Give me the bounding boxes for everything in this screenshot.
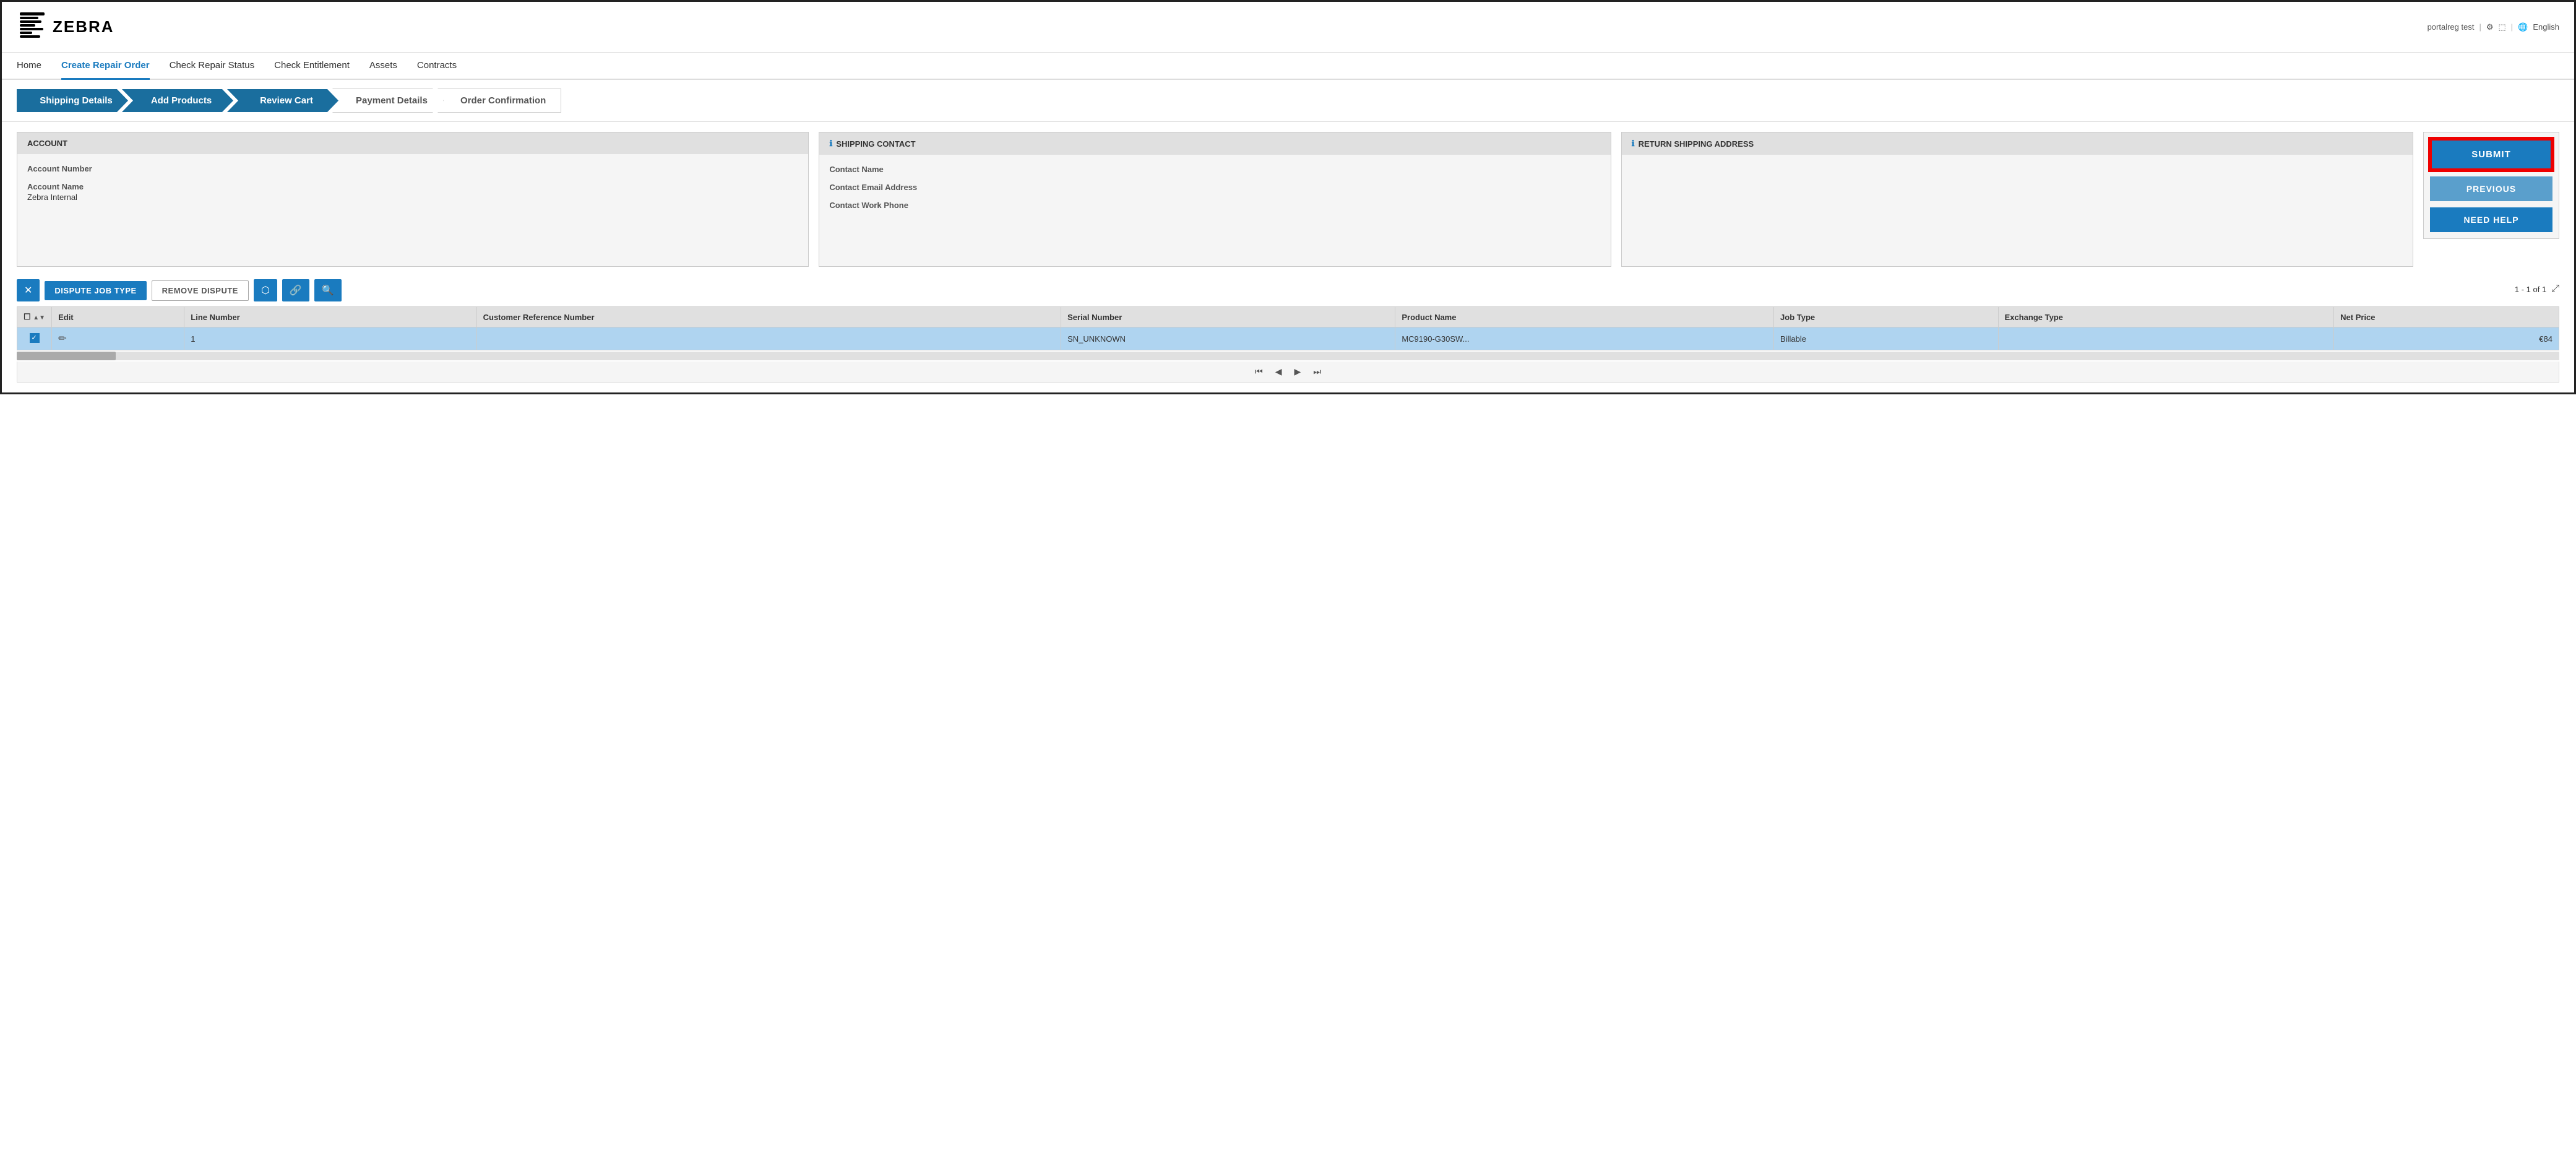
- row-customer-reference: [476, 327, 1061, 350]
- next-page-button[interactable]: ▶: [1291, 365, 1305, 378]
- col-product-name: Product Name: [1395, 307, 1774, 327]
- step-order-confirmation[interactable]: Order Confirmation: [437, 89, 561, 113]
- main-nav: Home Create Repair Order Check Repair St…: [2, 53, 2574, 80]
- need-help-button[interactable]: NEED HELP: [2430, 207, 2552, 232]
- row-checkbox-cell[interactable]: [17, 327, 52, 350]
- nav-home[interactable]: Home: [17, 53, 41, 80]
- attach-button[interactable]: 🔗: [282, 279, 309, 301]
- nav-create-repair-order[interactable]: Create Repair Order: [61, 53, 150, 80]
- step-payment-details[interactable]: Payment Details: [332, 89, 444, 113]
- step-shipping-details-label: Shipping Details: [40, 95, 113, 106]
- return-address-body: [1622, 155, 2413, 266]
- step-add-products[interactable]: Add Products: [122, 89, 233, 112]
- pagination-row: 1 - 1 of 1 ⤢: [2515, 284, 2559, 295]
- account-name-value: Zebra Internal: [27, 193, 798, 202]
- col-line-number: Line Number: [184, 307, 476, 327]
- stepper: Shipping Details Add Products Review Car…: [2, 80, 2574, 122]
- row-job-type: Billable: [1774, 327, 1999, 350]
- col-edit: Edit: [52, 307, 184, 327]
- contact-email-field: Contact Email Address: [829, 183, 1600, 192]
- zebra-logo-icon: [17, 9, 48, 45]
- account-name-field: Account Name Zebra Internal: [27, 182, 798, 202]
- row-net-price: €84: [2334, 327, 2559, 350]
- return-address-header: ℹ RETURN SHIPPING ADDRESS: [1622, 132, 2413, 155]
- remove-dispute-button[interactable]: REMOVE DISPUTE: [152, 280, 249, 301]
- export-button[interactable]: ⬡: [254, 279, 277, 301]
- col-checkbox: ☐ ▲▼: [17, 307, 52, 327]
- step-shipping-details[interactable]: Shipping Details: [17, 89, 128, 112]
- account-number-field: Account Number: [27, 164, 798, 173]
- prev-page-button[interactable]: ◀: [1272, 365, 1286, 378]
- scroll-thumb[interactable]: [17, 352, 116, 360]
- info-icon-shipping: ℹ: [829, 139, 832, 149]
- header: ZEBRA portalreg test | ⚙ ⬚ | 🌐 English: [2, 2, 2574, 53]
- step-review-cart-label: Review Cart: [260, 95, 313, 106]
- edit-icon[interactable]: ✏: [58, 334, 66, 344]
- expand-icon[interactable]: ⤢: [2551, 284, 2559, 295]
- col-job-type: Job Type: [1774, 307, 1999, 327]
- step-review-cart[interactable]: Review Cart: [227, 89, 338, 112]
- nav-check-entitlement[interactable]: Check Entitlement: [274, 53, 350, 80]
- logo-area: ZEBRA: [17, 9, 114, 45]
- header-right: portalreg test | ⚙ ⬚ | 🌐 English: [2427, 22, 2559, 32]
- col-exchange-type: Exchange Type: [1998, 307, 2334, 327]
- sort-icons[interactable]: ▲▼: [33, 314, 45, 321]
- info-icon-return: ℹ: [1632, 139, 1635, 149]
- nav-check-repair-status[interactable]: Check Repair Status: [170, 53, 255, 80]
- globe-icon: 🌐: [2518, 22, 2528, 32]
- panels-left: ACCOUNT Account Number Account Name Zebr…: [17, 132, 2413, 267]
- row-line-number: 1: [184, 327, 476, 350]
- table-section: ✕ DISPUTE JOB TYPE REMOVE DISPUTE ⬡ 🔗 🔍 …: [17, 279, 2559, 383]
- table-toolbar: ✕ DISPUTE JOB TYPE REMOVE DISPUTE ⬡ 🔗 🔍 …: [17, 279, 2559, 301]
- contact-phone-field: Contact Work Phone: [829, 201, 1600, 210]
- account-panel-body: Account Number Account Name Zebra Intern…: [17, 154, 808, 266]
- step-order-confirmation-label: Order Confirmation: [460, 95, 546, 106]
- step-add-products-label: Add Products: [151, 95, 212, 106]
- col-net-price: Net Price: [2334, 307, 2559, 327]
- row-product-name: MC9190-G30SW...: [1395, 327, 1774, 350]
- shipping-contact-header: ℹ SHIPPING CONTACT: [819, 132, 1610, 155]
- settings-icon[interactable]: ⚙: [2486, 22, 2494, 32]
- pagination-text: 1 - 1 of 1: [2515, 285, 2546, 294]
- close-button[interactable]: ✕: [17, 279, 40, 301]
- table-nav: ⏮ ◀ ▶ ⏭: [17, 362, 2559, 383]
- last-page-button[interactable]: ⏭: [1309, 365, 1325, 378]
- user-info: portalreg test: [2427, 22, 2475, 32]
- account-panel-header: ACCOUNT: [17, 132, 808, 154]
- first-page-button[interactable]: ⏮: [1251, 365, 1267, 378]
- horizontal-scrollbar[interactable]: [17, 352, 2559, 360]
- step-payment-details-label: Payment Details: [356, 95, 428, 106]
- table-row: ✏ 1 SN_UNKNOWN MC9190-G30SW... Billable …: [17, 327, 2559, 350]
- dispute-job-type-button[interactable]: DISPUTE JOB TYPE: [45, 281, 146, 300]
- previous-button[interactable]: PREVIOUS: [2430, 176, 2552, 201]
- shipping-contact-title: SHIPPING CONTACT: [836, 139, 915, 149]
- shipping-contact-panel: ℹ SHIPPING CONTACT Contact Name Contact …: [819, 132, 1611, 267]
- account-panel: ACCOUNT Account Number Account Name Zebr…: [17, 132, 809, 267]
- return-address-title: RETURN SHIPPING ADDRESS: [1639, 139, 1754, 149]
- logo-text: ZEBRA: [53, 17, 114, 37]
- logout-icon[interactable]: ⬚: [2498, 22, 2505, 32]
- col-customer-reference: Customer Reference Number: [476, 307, 1061, 327]
- submit-button[interactable]: SUBMIT: [2430, 139, 2552, 170]
- main-content: ACCOUNT Account Number Account Name Zebr…: [2, 122, 2574, 392]
- contact-name-field: Contact Name: [829, 165, 1600, 174]
- shipping-contact-body: Contact Name Contact Email Address Conta…: [819, 155, 1610, 266]
- separator2: |: [2511, 22, 2513, 32]
- row-edit-cell[interactable]: ✏: [52, 327, 184, 350]
- separator1: |: [2479, 22, 2481, 32]
- select-all-checkbox[interactable]: ☐: [24, 312, 31, 321]
- row-exchange-type: [1998, 327, 2334, 350]
- row-serial-number: SN_UNKNOWN: [1061, 327, 1395, 350]
- panels-container: ACCOUNT Account Number Account Name Zebr…: [17, 132, 2559, 267]
- account-title: ACCOUNT: [27, 139, 67, 148]
- action-panel: SUBMIT PREVIOUS NEED HELP: [2423, 132, 2559, 239]
- data-table: ☐ ▲▼ Edit Line Number Customer Reference…: [17, 306, 2559, 350]
- row-checkbox[interactable]: [30, 333, 40, 343]
- nav-assets[interactable]: Assets: [369, 53, 397, 80]
- nav-contracts[interactable]: Contracts: [417, 53, 457, 80]
- search-button[interactable]: 🔍: [314, 279, 342, 301]
- return-address-panel: ℹ RETURN SHIPPING ADDRESS: [1621, 132, 2413, 267]
- col-serial-number: Serial Number: [1061, 307, 1395, 327]
- language-label[interactable]: English: [2533, 22, 2559, 32]
